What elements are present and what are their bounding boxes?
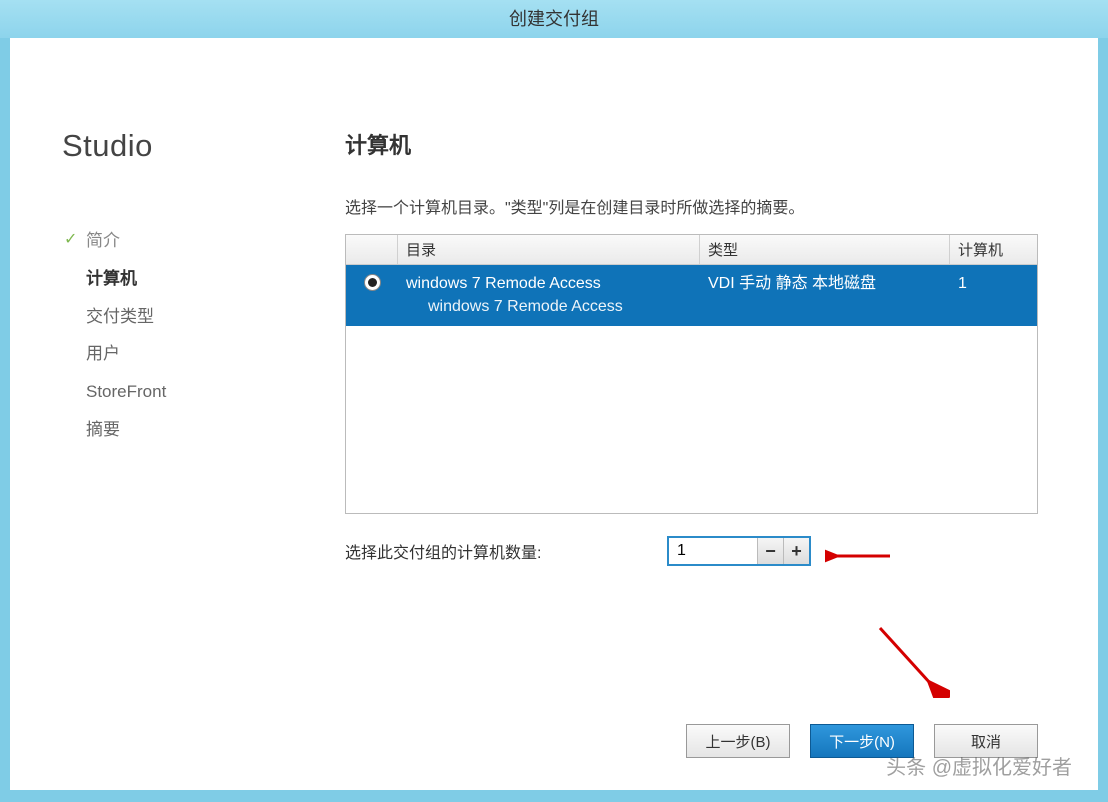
window-title-bar: 创建交付组 [0,0,1108,38]
step-intro[interactable]: 简介 [62,222,305,260]
brand-title: Studio [62,128,305,164]
table-row[interactable]: windows 7 Remode Access windows 7 Remode… [346,265,1037,326]
decrement-button[interactable]: − [757,538,783,564]
window-title: 创建交付组 [509,9,599,29]
wizard-sidebar: Studio 简介 计算机 交付类型 用户 StoreFront [10,38,305,790]
quantity-stepper[interactable]: − + [667,536,811,566]
header-directory: 目录 [398,235,700,264]
quantity-input[interactable] [669,538,757,564]
count-label: 选择此交付组的计算机数量: [345,539,667,563]
row-count-cell: 1 [950,271,1037,320]
annotation-arrow-icon [825,546,895,566]
wizard-steps-list: 简介 计算机 交付类型 用户 StoreFront 摘要 [62,222,305,449]
row-directory-cell: windows 7 Remode Access windows 7 Remode… [398,271,700,320]
step-label: 交付类型 [86,307,154,326]
header-count: 计算机 [950,235,1037,264]
wizard-button-row: 上一步(B) 下一步(N) 取消 [686,724,1038,758]
step-computers[interactable]: 计算机 [62,260,305,298]
panel-subtext: 选择一个计算机目录。"类型"列是在创建目录时所做选择的摘要。 [345,198,1038,220]
table-header: 目录 类型 计算机 [346,235,1037,265]
cancel-button[interactable]: 取消 [934,724,1038,758]
radio-selected-icon[interactable] [364,274,381,291]
annotation-arrow-icon [870,618,950,703]
step-label: 用户 [86,344,120,363]
step-storefront[interactable]: StoreFront [62,373,305,411]
machine-count-row: 选择此交付组的计算机数量: − + [345,536,1038,566]
step-users[interactable]: 用户 [62,335,305,373]
step-label: 计算机 [86,269,137,288]
step-delivery-type[interactable]: 交付类型 [62,298,305,336]
row-type-cell: VDI 手动 静态 本地磁盘 [700,271,950,320]
step-label: StoreFront [86,382,166,401]
catalog-table: 目录 类型 计算机 windows 7 Remode Access window [345,234,1038,514]
increment-button[interactable]: + [783,538,809,564]
step-summary[interactable]: 摘要 [62,411,305,449]
panel-heading: 计算机 [345,128,1038,160]
row-radio-cell[interactable] [346,271,398,320]
dir-sub: windows 7 Remode Access [406,296,692,318]
back-button[interactable]: 上一步(B) [686,724,790,758]
header-type: 类型 [700,235,950,264]
header-radio-col [346,235,398,264]
dir-main: windows 7 Remode Access [406,273,692,295]
main-panel: 计算机 选择一个计算机目录。"类型"列是在创建目录时所做选择的摘要。 目录 类型… [305,38,1098,790]
next-button[interactable]: 下一步(N) [810,724,914,758]
step-label: 简介 [86,231,120,250]
step-label: 摘要 [86,420,120,439]
